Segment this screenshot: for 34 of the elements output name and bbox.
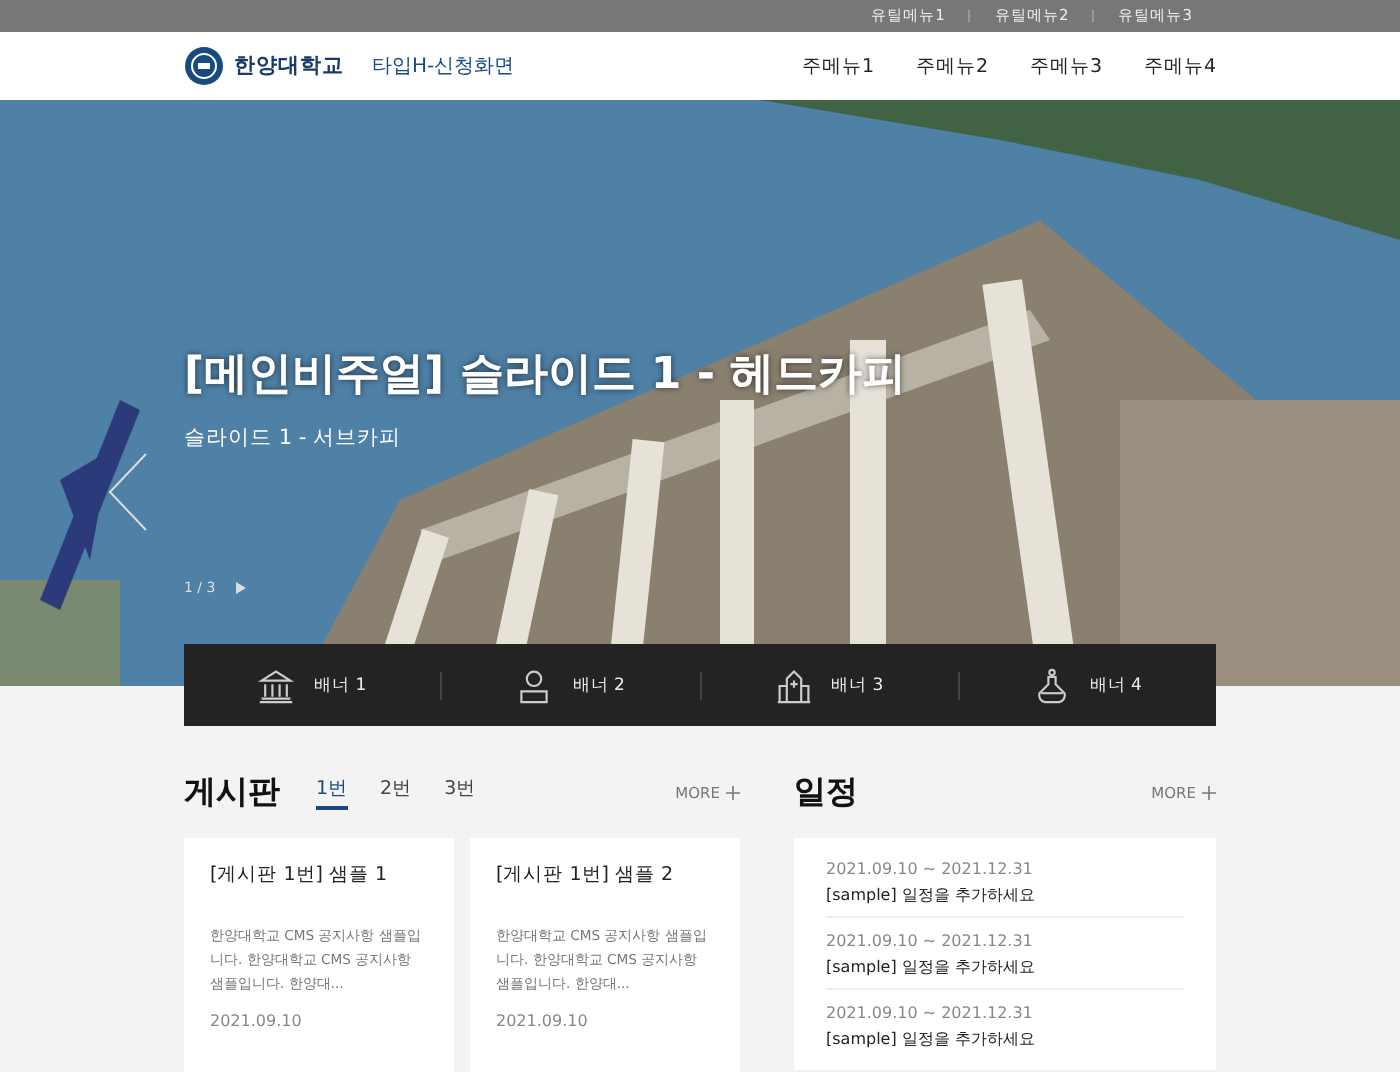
main-menu-item[interactable]: 주메뉴4 — [1102, 53, 1216, 79]
post-date: 2021.09.10 — [496, 1012, 590, 1030]
post-title[interactable]: [게시판 1번] 샘플 1 — [210, 862, 428, 888]
post-date: 2021.09.10 — [210, 1012, 304, 1030]
schedule-period: 2021.09.10 ~ 2021.12.31 — [826, 1004, 1035, 1022]
banner-link[interactable]: 배너 3 — [831, 673, 884, 697]
schedule-period: 2021.09.10 ~ 2021.12.31 — [826, 860, 1035, 878]
schedule-period: 2021.09.10 ~ 2021.12.31 — [826, 932, 1035, 950]
board-tab[interactable]: 1번 — [316, 775, 349, 809]
main-menu-item[interactable]: 주메뉴1 — [760, 53, 874, 79]
board-tab[interactable]: 2번 — [380, 775, 413, 809]
banner-link[interactable]: 배너 1 — [314, 673, 367, 697]
emblem-icon — [184, 46, 224, 86]
banner-link[interactable]: 배너 4 — [1089, 673, 1142, 697]
schedule-title[interactable]: [sample] 일정을 추가하세요 — [826, 956, 1184, 978]
schedule-title[interactable]: [sample] 일정을 추가하세요 — [826, 884, 1184, 906]
main-menu-item[interactable]: 주메뉴3 — [988, 53, 1102, 79]
plus-icon[interactable] — [1202, 785, 1216, 799]
site-subtitle: 타입H-신청화면 — [372, 54, 515, 80]
slide-subcopy: 슬라이드 1 - 서브카피 — [184, 424, 403, 452]
board-tab[interactable]: 3번 — [444, 775, 477, 809]
person-icon — [520, 669, 549, 703]
church-icon — [775, 669, 811, 703]
schedule-title[interactable]: [sample] 일정을 추가하세요 — [826, 1028, 1184, 1050]
section-title: 게시판 — [184, 771, 280, 813]
flask-icon — [1037, 667, 1066, 703]
plus-icon[interactable] — [726, 785, 740, 799]
logo-text[interactable]: 한양대학교 — [234, 52, 344, 80]
building-icon — [257, 669, 295, 703]
banner-link[interactable]: 배너 2 — [572, 673, 625, 697]
post-title[interactable]: [게시판 1번] 샘플 2 — [496, 862, 714, 888]
main-menu-item[interactable]: 주메뉴2 — [874, 53, 988, 79]
play-icon[interactable] — [235, 582, 246, 594]
section-title: 일정 — [794, 771, 858, 813]
